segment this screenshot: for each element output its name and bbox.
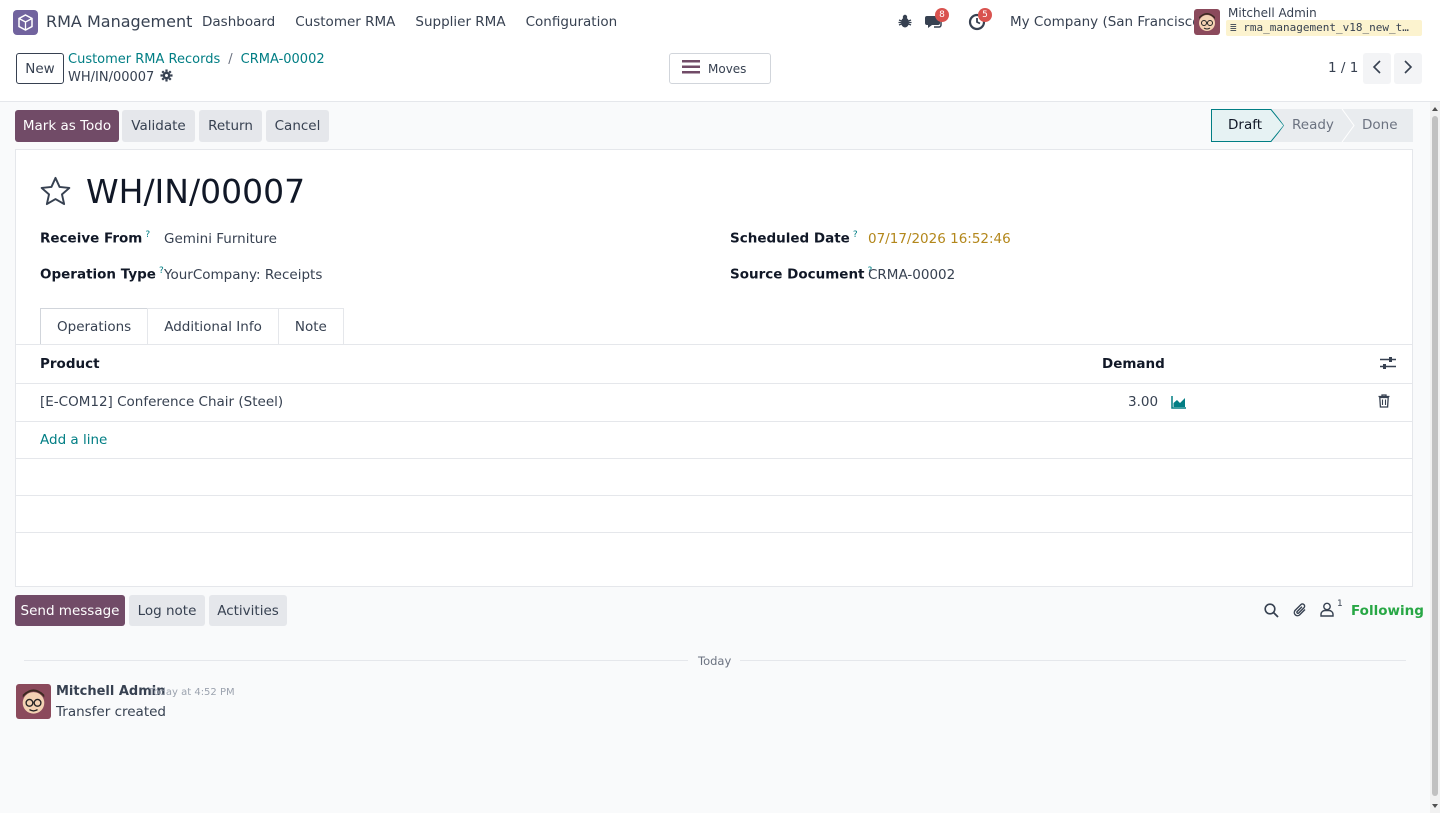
row-divider	[16, 458, 1412, 459]
moves-smart-button[interactable]: Moves	[669, 53, 771, 84]
menu-supplier-rma[interactable]: Supplier RMA	[415, 14, 505, 30]
menu-customer-rma[interactable]: Customer RMA	[295, 14, 395, 30]
breadcrumb-separator: /	[228, 52, 233, 67]
paperclip-attachment-icon[interactable]	[1292, 602, 1308, 622]
row-divider	[16, 532, 1412, 533]
receive-from-label: Receive From?	[40, 230, 150, 247]
status-done[interactable]: Done	[1362, 117, 1398, 133]
row-divider	[16, 383, 1412, 384]
return-button[interactable]: Return	[199, 110, 262, 142]
chevron-left-icon	[1372, 59, 1382, 78]
trash-delete-icon[interactable]	[1378, 394, 1390, 412]
row-divider	[16, 495, 1412, 496]
status-ready[interactable]: Ready	[1292, 117, 1334, 133]
breadcrumb: Customer RMA Records / CRMA-00002	[68, 52, 325, 67]
database-name: rma_management_v18_new_t…	[1243, 21, 1409, 34]
receive-from-field[interactable]: Gemini Furniture	[164, 231, 277, 247]
scheduled-date-label: Scheduled Date?	[730, 230, 858, 247]
date-separator-line	[740, 660, 1406, 661]
operation-type-field[interactable]: YourCompany: Receipts	[164, 267, 322, 283]
menu-configuration[interactable]: Configuration	[526, 14, 618, 30]
form-sheet: WH/IN/00007 Receive From? Gemini Furnitu…	[15, 149, 1413, 587]
scheduled-date-label-text: Scheduled Date	[730, 230, 850, 247]
log-note-button[interactable]: Log note	[129, 595, 205, 626]
add-a-line-link[interactable]: Add a line	[40, 432, 107, 448]
column-header-demand[interactable]: Demand	[1102, 356, 1165, 372]
status-draft[interactable]: Draft	[1228, 117, 1262, 133]
product-cell[interactable]: [E-COM12] Conference Chair (Steel)	[40, 394, 283, 410]
followers-count: 1	[1337, 599, 1343, 609]
breadcrumb-customer-rma-records[interactable]: Customer RMA Records	[68, 52, 220, 67]
mark-as-todo-button[interactable]: Mark as Todo	[15, 110, 119, 142]
pager-value[interactable]: 1 / 1	[1328, 60, 1358, 76]
date-separator-label: Today	[698, 654, 732, 668]
messages-icon[interactable]: 8	[925, 8, 949, 31]
receive-from-label-text: Receive From	[40, 230, 143, 247]
list-menu-icon	[682, 60, 700, 77]
new-button[interactable]: New	[16, 53, 64, 84]
tabs-divider	[16, 344, 1412, 345]
help-tooltip-icon[interactable]: ?	[853, 230, 858, 240]
activities-button[interactable]: Activities	[209, 595, 287, 626]
demand-cell[interactable]: 3.00	[1128, 394, 1158, 410]
notebook-tabs: Operations Additional Info Note	[40, 308, 344, 345]
source-document-label: Source Document?	[730, 266, 872, 283]
column-header-product[interactable]: Product	[40, 356, 100, 372]
send-message-button[interactable]: Send message	[15, 595, 125, 626]
forecast-chart-icon[interactable]	[1171, 395, 1187, 413]
scrollbar-thumb[interactable]	[1432, 116, 1438, 796]
help-tooltip-icon[interactable]: ?	[145, 230, 150, 240]
form-view: Mark as Todo Validate Return Cancel Draf…	[0, 102, 1430, 813]
operation-type-label: Operation Type?	[40, 266, 164, 283]
current-record-title: WH/IN/00007	[68, 69, 173, 86]
messages-count-badge: 8	[935, 8, 949, 22]
top-navbar: RMA Management Dashboard Customer RMA Su…	[0, 0, 1440, 44]
tab-note[interactable]: Note	[277, 308, 344, 345]
company-switcher[interactable]: My Company (San Francisco)	[1010, 14, 1206, 30]
activities-clock-icon[interactable]: 5	[968, 8, 992, 31]
tab-additional-info[interactable]: Additional Info	[147, 308, 279, 345]
scheduled-date-field[interactable]: 07/17/2026 16:52:46	[868, 231, 1011, 247]
app-logo-icon[interactable]	[13, 10, 38, 35]
record-title: WH/IN/00007	[86, 172, 306, 211]
operation-type-label-text: Operation Type	[40, 266, 156, 283]
activities-count-badge: 5	[978, 8, 992, 22]
menu-dashboard[interactable]: Dashboard	[202, 14, 275, 30]
date-separator-line	[24, 660, 688, 661]
following-toggle[interactable]: Following	[1351, 603, 1424, 619]
moves-label: Moves	[708, 61, 747, 76]
message-body: Transfer created	[56, 704, 166, 720]
pager-next-button[interactable]	[1394, 53, 1422, 84]
validate-button[interactable]: Validate	[122, 110, 195, 142]
main-menu: Dashboard Customer RMA Supplier RMA Conf…	[202, 14, 617, 30]
vertical-scrollbar[interactable]	[1430, 102, 1440, 813]
message-author-avatar[interactable]	[16, 684, 51, 719]
chevron-right-icon	[1403, 59, 1413, 78]
search-icon[interactable]	[1264, 603, 1279, 622]
debug-bug-icon[interactable]	[897, 13, 915, 31]
followers-user-icon[interactable]	[1320, 602, 1334, 621]
breadcrumb-crma-record[interactable]: CRMA-00002	[241, 52, 325, 67]
control-panel: New Customer RMA Records / CRMA-00002 WH/I…	[0, 44, 1440, 102]
source-document-field[interactable]: CRMA-00002	[868, 267, 955, 283]
app-name[interactable]: RMA Management	[46, 12, 192, 31]
cancel-button[interactable]: Cancel	[266, 110, 329, 142]
current-record-name: WH/IN/00007	[68, 70, 155, 85]
source-document-label-text: Source Document	[730, 266, 865, 283]
user-avatar[interactable]	[1194, 9, 1220, 35]
scroll-up-arrow-icon[interactable]	[1430, 104, 1440, 114]
scroll-down-arrow-icon[interactable]	[1430, 801, 1440, 811]
pager-previous-button[interactable]	[1363, 53, 1391, 84]
optional-columns-sliders-icon[interactable]	[1380, 356, 1396, 374]
star-favorite-icon[interactable]	[40, 176, 71, 211]
gear-icon[interactable]	[160, 69, 173, 86]
message-timestamp: Today at 4:52 PM	[149, 687, 235, 698]
row-divider	[16, 421, 1412, 422]
user-name[interactable]: Mitchell Admin	[1228, 6, 1317, 20]
tab-operations[interactable]: Operations	[40, 308, 149, 345]
database-icon: ≣	[1230, 21, 1237, 34]
database-badge: ≣ rma_management_v18_new_t…	[1226, 20, 1422, 36]
